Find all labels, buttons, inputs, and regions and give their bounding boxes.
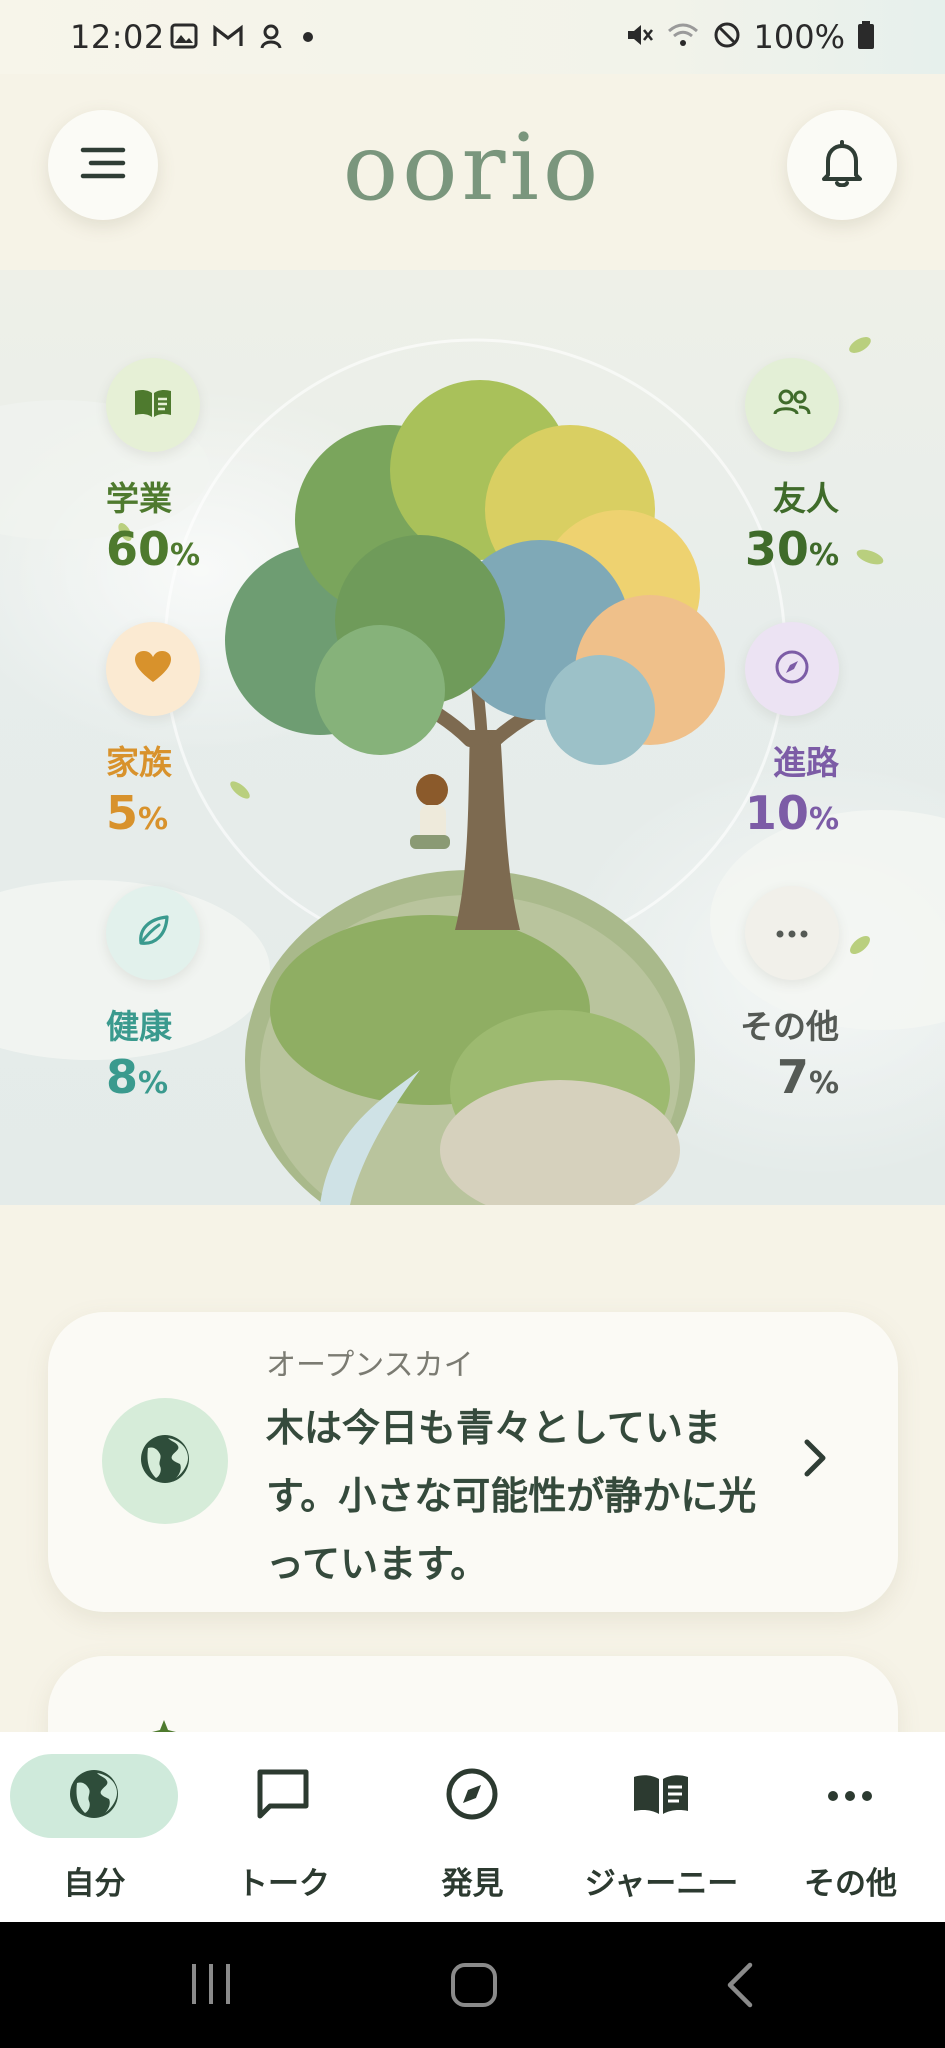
nav-item-talk[interactable]: トーク bbox=[189, 1754, 378, 1914]
stat-health[interactable]: 健康 8% bbox=[106, 886, 306, 1100]
book-open-icon bbox=[631, 1771, 691, 1821]
nav-pill-journey bbox=[577, 1754, 745, 1838]
stat-study-label: 学業 bbox=[106, 479, 172, 518]
nav-label-journey: ジャーニー bbox=[584, 1866, 739, 1902]
stat-health-label: 健康 bbox=[106, 1007, 172, 1046]
battery-percent: 100% bbox=[753, 18, 845, 56]
gmail-icon bbox=[212, 23, 244, 53]
more-icon bbox=[827, 1787, 873, 1806]
leaf-icon bbox=[135, 913, 171, 953]
stat-family[interactable]: 家族 5% bbox=[106, 622, 306, 836]
mute-icon bbox=[624, 20, 654, 54]
nav-pill-discover bbox=[388, 1754, 556, 1838]
hero-illustration-area: 学業 60% 家族 5% 健康 8% 友人 30% 進路 10% その他 7% bbox=[0, 270, 945, 1205]
stat-career-value: 10% bbox=[744, 786, 839, 840]
chat-icon bbox=[256, 1768, 310, 1824]
nav-active-pill bbox=[10, 1754, 178, 1838]
nav-pill-talk bbox=[199, 1754, 367, 1838]
heart-icon bbox=[133, 649, 173, 689]
status-time: 12:02 bbox=[70, 18, 165, 56]
status-bar: 12:02 100% bbox=[0, 0, 945, 74]
more-icon bbox=[775, 924, 809, 943]
bell-icon bbox=[820, 139, 864, 191]
nav-item-journey[interactable]: ジャーニー bbox=[567, 1754, 756, 1914]
stat-other-label: その他 bbox=[740, 1007, 839, 1046]
stat-other[interactable]: その他 7% bbox=[639, 886, 839, 1100]
nav-label-self: 自分 bbox=[63, 1866, 126, 1902]
nav-label-more: その他 bbox=[804, 1866, 897, 1902]
book-icon bbox=[132, 386, 174, 424]
home-icon[interactable] bbox=[450, 1962, 498, 2012]
do-not-disturb-icon bbox=[712, 20, 742, 54]
app-header: oorio bbox=[0, 74, 945, 274]
stat-other-icon-circle bbox=[745, 886, 839, 980]
chevron-right-icon[interactable] bbox=[802, 1438, 828, 1482]
stat-other-value: 7% bbox=[776, 1050, 839, 1104]
nav-item-self[interactable]: 自分 bbox=[0, 1754, 189, 1914]
stat-family-icon-circle bbox=[106, 622, 200, 716]
stat-family-value: 5% bbox=[106, 786, 169, 840]
open-sky-card[interactable]: オープンスカイ 木は今日も青々としています。小さな可能性が静かに光っています。 bbox=[48, 1312, 898, 1612]
nav-label-discover: 発見 bbox=[441, 1866, 504, 1902]
recent-apps-icon[interactable] bbox=[188, 1962, 234, 2010]
stat-health-icon-circle bbox=[106, 886, 200, 980]
system-navigation-bar bbox=[0, 1922, 945, 2048]
globe-icon bbox=[138, 1432, 192, 1490]
stat-study-icon-circle bbox=[106, 358, 200, 452]
nav-item-discover[interactable]: 発見 bbox=[378, 1754, 567, 1914]
stat-study[interactable]: 学業 60% bbox=[106, 358, 306, 572]
stat-friends[interactable]: 友人 30% bbox=[639, 358, 839, 572]
stat-career-icon-circle bbox=[745, 622, 839, 716]
image-icon bbox=[170, 23, 198, 53]
battery-icon bbox=[857, 20, 875, 54]
fingerprint-app-icon bbox=[258, 22, 284, 54]
back-icon[interactable] bbox=[724, 1962, 756, 2012]
globe-icon bbox=[67, 1767, 121, 1825]
compass-icon bbox=[445, 1767, 499, 1825]
stat-friends-label: 友人 bbox=[773, 479, 839, 518]
bottom-navigation: 自分 トーク 発見 ジャーニー その他 bbox=[0, 1732, 945, 1922]
stat-career[interactable]: 進路 10% bbox=[639, 622, 839, 836]
stat-friends-value: 30% bbox=[744, 522, 839, 576]
wifi-icon bbox=[666, 20, 700, 54]
stat-friends-icon-circle bbox=[745, 358, 839, 452]
nav-pill-more bbox=[766, 1754, 934, 1838]
open-sky-globe-circle bbox=[102, 1398, 228, 1524]
stat-health-value: 8% bbox=[106, 1050, 169, 1104]
notification-dot-icon bbox=[298, 23, 318, 53]
notifications-button[interactable] bbox=[787, 110, 897, 220]
nav-item-more[interactable]: その他 bbox=[756, 1754, 945, 1914]
stat-family-label: 家族 bbox=[106, 743, 172, 782]
stat-study-value: 60% bbox=[106, 522, 201, 576]
stat-career-label: 進路 bbox=[773, 743, 839, 782]
nav-label-talk: トーク bbox=[237, 1866, 330, 1902]
open-sky-message: 木は今日も青々としています。小さな可能性が静かに光っています。 bbox=[266, 1406, 757, 1586]
compass-icon bbox=[773, 648, 811, 690]
people-icon bbox=[772, 388, 812, 422]
open-sky-title: オープンスカイ bbox=[266, 1348, 474, 1383]
